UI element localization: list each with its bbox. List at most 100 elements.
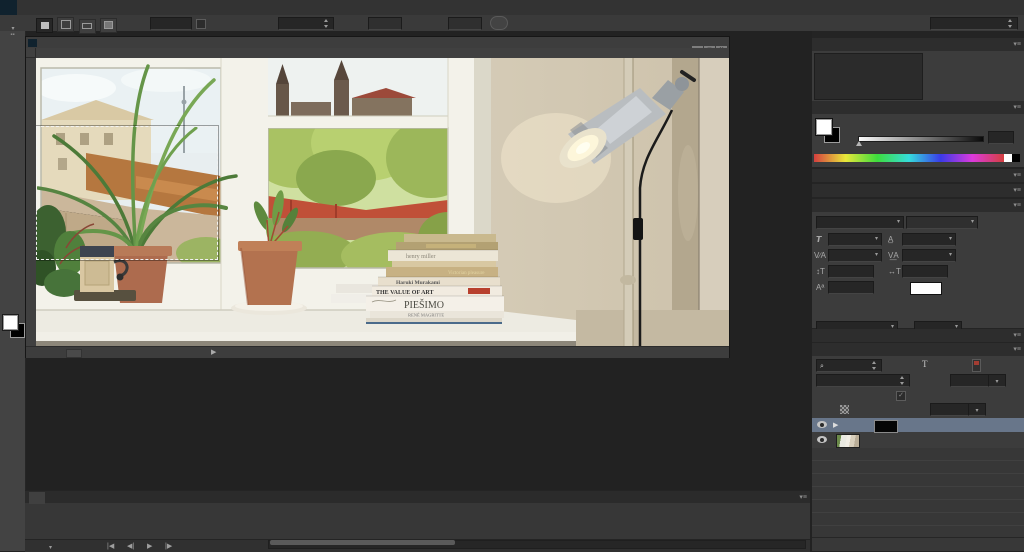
toolbar-collapse-icon[interactable]: ▪▪ bbox=[0, 31, 25, 40]
vertical-scale-icon: ↕T bbox=[816, 267, 825, 276]
character-tabbar bbox=[812, 199, 1024, 212]
leading-dropdown[interactable]: ▾ bbox=[902, 233, 956, 246]
svg-text:RENÉ MAGRITTE: RENÉ MAGRITTE bbox=[408, 313, 444, 318]
adjustments-tabbar bbox=[812, 169, 1024, 182]
kerning-dropdown[interactable]: ▾ bbox=[828, 249, 882, 262]
antialias-checkbox[interactable] bbox=[196, 19, 206, 29]
quick-mask-button[interactable] bbox=[2, 357, 23, 370]
panel-menu-icon[interactable]: ▾≡ bbox=[1013, 40, 1021, 48]
width-input[interactable] bbox=[368, 17, 402, 30]
status-menu-arrow-icon[interactable]: ▶ bbox=[211, 347, 216, 358]
timeline-controls: ▾ |◀ ◀| ▶ |▶ bbox=[25, 539, 810, 552]
photoshop-logo bbox=[0, 0, 17, 15]
panel-menu-icon[interactable]: ▾≡ bbox=[1013, 186, 1021, 194]
next-frame-button[interactable]: |▶ bbox=[165, 540, 172, 552]
ruler-corner[interactable] bbox=[26, 48, 36, 58]
refine-edge-button[interactable] bbox=[490, 16, 508, 30]
loop-dropdown[interactable]: ▾ bbox=[49, 540, 52, 552]
timeline-tab[interactable] bbox=[29, 492, 45, 504]
layer-row-group1[interactable]: ▶ bbox=[812, 418, 1024, 433]
font-family-dropdown[interactable]: ▾ bbox=[816, 216, 904, 229]
panel-menu-icon[interactable]: ▾≡ bbox=[1013, 331, 1021, 339]
horizontal-scale-icon: ↔T bbox=[888, 267, 901, 276]
svg-text:THE VALUE OF ART: THE VALUE OF ART bbox=[376, 290, 434, 296]
fill-input[interactable] bbox=[930, 403, 970, 416]
filter-toggle-switch[interactable] bbox=[972, 359, 981, 372]
spectrum-black-swatch[interactable] bbox=[1012, 154, 1020, 162]
canvas[interactable]: henry miller Victorian pleasure Haruki M… bbox=[36, 58, 729, 346]
layers-panel: ▾≡ ⌕ T ▾ ✓ ▾ ▶ bbox=[812, 343, 1024, 551]
panel-menu-icon[interactable]: ▾≡ bbox=[1013, 201, 1021, 209]
foreground-color-swatch[interactable] bbox=[2, 314, 19, 331]
layers-empty-area bbox=[812, 448, 1024, 537]
height-input[interactable] bbox=[448, 17, 482, 30]
selection-marquee[interactable] bbox=[36, 126, 218, 260]
swap-colors-icon[interactable] bbox=[2, 44, 23, 57]
spinner-icon bbox=[323, 19, 330, 28]
selection-mode-group bbox=[36, 16, 118, 34]
type-style-buttons bbox=[816, 297, 1024, 310]
spectrum-white-swatch[interactable] bbox=[1004, 154, 1012, 162]
fill-dropdown-button[interactable]: ▾ bbox=[968, 403, 986, 416]
brush-tabbar bbox=[812, 184, 1024, 197]
layer-row-layer1[interactable] bbox=[812, 433, 1024, 448]
kerning-icon: V∕A bbox=[814, 251, 827, 260]
filter-type-layers-icon[interactable]: T bbox=[922, 359, 928, 369]
histogram-display bbox=[814, 53, 923, 100]
layer-filter-dropdown[interactable]: ⌕ bbox=[816, 359, 882, 372]
visibility-eye-icon[interactable] bbox=[817, 436, 827, 443]
style-dropdown[interactable] bbox=[278, 17, 334, 30]
new-selection-button[interactable] bbox=[36, 18, 53, 33]
status-widget bbox=[66, 349, 82, 358]
histogram-tabbar bbox=[812, 38, 1024, 51]
timeline-scrollbar-thumb[interactable] bbox=[270, 540, 455, 545]
workspace-dropdown[interactable] bbox=[930, 17, 1018, 30]
k-slider-thumb[interactable] bbox=[856, 141, 862, 146]
layer-thumbnail[interactable] bbox=[836, 434, 860, 448]
subtract-from-selection-button[interactable] bbox=[78, 18, 96, 34]
intersect-selection-button[interactable] bbox=[100, 17, 118, 33]
opacity-input[interactable] bbox=[950, 374, 990, 387]
add-to-selection-button[interactable] bbox=[57, 17, 75, 32]
feather-input[interactable] bbox=[150, 17, 192, 30]
first-frame-button[interactable]: |◀ bbox=[107, 540, 114, 552]
panel-menu-icon[interactable]: ▾≡ bbox=[799, 493, 807, 501]
color-spectrum-ramp[interactable] bbox=[814, 154, 1004, 162]
font-style-dropdown[interactable]: ▾ bbox=[906, 216, 978, 229]
character-panel: ▾≡ ▾ ▾ 𝙏 ▾ A̲ ▾ V∕A ▾ V͟A ▾ ↕T ↔T Aª ▾ ▾ bbox=[812, 199, 1024, 334]
visibility-eye-icon[interactable] bbox=[817, 421, 827, 428]
panel-menu-icon[interactable]: ▾≡ bbox=[1013, 345, 1021, 353]
vertical-scale-input[interactable] bbox=[828, 265, 874, 278]
play-button[interactable]: ▶ bbox=[147, 540, 152, 552]
expand-arrow-icon[interactable]: ▶ bbox=[833, 421, 838, 429]
panel-menu-icon[interactable]: ▾≡ bbox=[1013, 103, 1021, 111]
screen-mode-button[interactable] bbox=[2, 375, 23, 388]
k-value-input[interactable] bbox=[988, 131, 1014, 144]
layer-mask-thumbnail[interactable] bbox=[874, 419, 898, 433]
lock-transparency-icon[interactable] bbox=[840, 405, 849, 414]
panel-dock: ▾≡ ▾≡ ▾≡ ▾≡ ▾≡ ▾ ▾ 𝙏 ▾ A̲ ▾ V∕A ▾ V͟A ▾ … bbox=[812, 31, 1024, 551]
previous-frame-button[interactable]: ◀| bbox=[127, 540, 134, 552]
brush-panel: ▾≡ bbox=[812, 184, 1024, 197]
blend-mode-dropdown[interactable] bbox=[816, 374, 910, 387]
foreground-color-swatch[interactable] bbox=[815, 118, 833, 136]
font-size-icon: 𝙏 bbox=[816, 235, 822, 244]
paths-panel: ▾≡ bbox=[812, 329, 1024, 342]
tracking-dropdown[interactable]: ▾ bbox=[902, 249, 956, 262]
font-size-dropdown[interactable]: ▾ bbox=[828, 233, 882, 246]
propagate-checkbox[interactable]: ✓ bbox=[896, 391, 906, 401]
opacity-dropdown-button[interactable]: ▾ bbox=[988, 374, 1006, 387]
options-bar: ▾ bbox=[0, 15, 1024, 34]
svg-text:Victorian pleasure: Victorian pleasure bbox=[448, 271, 485, 276]
tracking-icon: V͟A bbox=[888, 251, 899, 260]
color-swatch-pair bbox=[2, 314, 25, 341]
layers-footer bbox=[812, 537, 1024, 551]
text-color-swatch[interactable] bbox=[910, 282, 942, 295]
k-slider[interactable] bbox=[858, 136, 984, 142]
photoshop-app: { "app": { "logo": "Ps", "menus": ["File… bbox=[0, 0, 1024, 552]
animation-frames bbox=[30, 504, 810, 539]
leading-icon: A̲ bbox=[888, 235, 894, 244]
baseline-shift-input[interactable] bbox=[828, 281, 874, 294]
panel-menu-icon[interactable]: ▾≡ bbox=[1013, 171, 1021, 179]
horizontal-scale-input[interactable] bbox=[902, 265, 948, 278]
